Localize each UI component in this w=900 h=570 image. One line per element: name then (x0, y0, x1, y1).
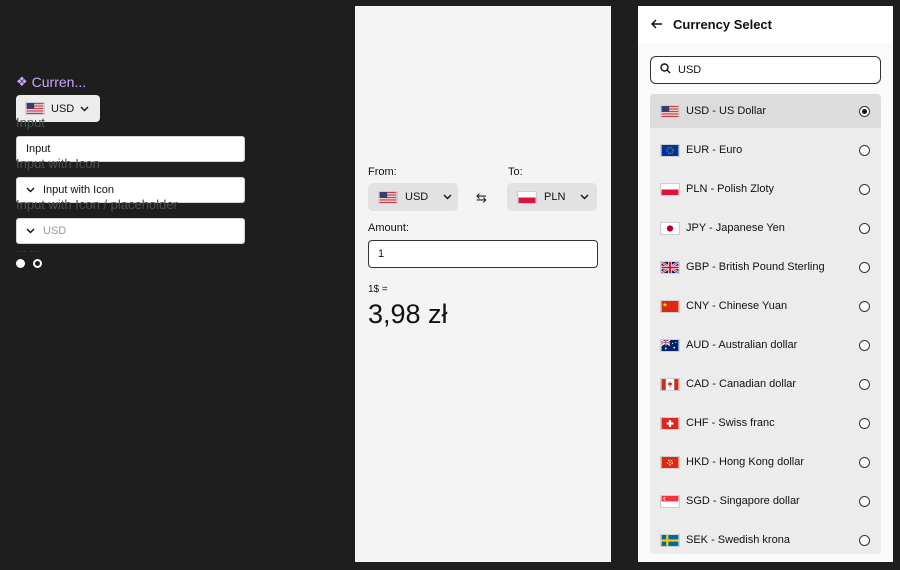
radio-button[interactable] (859, 184, 870, 195)
list-item[interactable]: CHF - Swiss franc (650, 406, 881, 440)
radio-button[interactable] (859, 379, 870, 390)
input-with-icon-placeholder-field[interactable]: USD (16, 218, 245, 244)
chevron-down-icon (443, 191, 452, 203)
list-item-label: PLN - Polish Zloty (686, 183, 775, 195)
radio-button[interactable] (859, 496, 870, 507)
list-item[interactable]: JPY - Japanese Yen (650, 211, 881, 245)
amount-input[interactable]: 1 (368, 240, 598, 268)
list-item-label: USD - US Dollar (686, 105, 767, 117)
to-label: To: (508, 166, 523, 178)
chevron-down-icon (26, 184, 35, 196)
from-currency-select[interactable]: USD (368, 183, 458, 211)
component-title-text: Curren... (31, 74, 87, 90)
radio-button[interactable] (859, 301, 870, 312)
mini-select-value: USD (51, 102, 75, 115)
currency-select-frame: Currency Select USD USD - US Dollar EUR … (638, 6, 893, 562)
us-flag-icon (25, 102, 45, 115)
list-item-label: HKD - Hong Kong dollar (686, 456, 805, 468)
list-item[interactable]: CAD - Canadian dollar (650, 367, 881, 401)
placeholder-value: USD (43, 225, 67, 237)
label-input: Input (16, 115, 45, 130)
back-arrow-icon[interactable] (650, 16, 663, 34)
se-flag-icon (660, 533, 680, 547)
list-item[interactable]: PLN - Polish Zloty (650, 172, 881, 206)
pl-flag-icon (517, 190, 537, 204)
au-flag-icon (660, 338, 680, 352)
radio-button[interactable] (859, 535, 870, 546)
list-item-label: EUR - Euro (686, 144, 743, 156)
list-item[interactable]: GBP - British Pound Sterling (650, 250, 881, 284)
list-item[interactable]: SEK - Swedish krona (650, 523, 881, 554)
amount-value: 1 (378, 248, 385, 260)
list-item-label: GBP - British Pound Sterling (686, 261, 825, 273)
ch-flag-icon (660, 416, 680, 430)
converter-frame: From: To: USD ⇆ PLN Amount: 1 1$ = 3,98 … (355, 6, 611, 562)
list-item-label: SGD - Singapore dollar (686, 495, 800, 507)
from-label: From: (368, 166, 397, 178)
us-flag-icon (660, 104, 680, 118)
currency-select-body: USD USD - US Dollar EUR - Euro PLN - Pol… (638, 43, 893, 562)
to-currency-select[interactable]: PLN (507, 183, 597, 211)
list-item[interactable]: HKD - Hong Kong dollar (650, 445, 881, 479)
list-item[interactable]: EUR - Euro (650, 133, 881, 167)
list-item-label: CAD - Canadian dollar (686, 378, 797, 390)
jp-flag-icon (660, 221, 680, 235)
chevron-down-icon (80, 103, 89, 115)
list-item-label: JPY - Japanese Yen (686, 222, 785, 234)
component-diamond-icon: ❖ (16, 74, 28, 89)
radio-outline-variant[interactable] (33, 259, 42, 268)
label-input-with-icon-placeholder: Input with Icon / placeholder (16, 197, 178, 212)
swap-icon[interactable]: ⇆ (476, 190, 487, 206)
eu-flag-icon (660, 143, 680, 157)
radio-button[interactable] (859, 262, 870, 273)
radio-filled-variant[interactable] (16, 259, 25, 268)
dots-label: ... ... (16, 244, 41, 254)
sg-flag-icon (660, 494, 680, 508)
currency-select-header: Currency Select (638, 6, 893, 43)
hk-flag-icon (660, 455, 680, 469)
radio-button[interactable] (859, 223, 870, 234)
list-item[interactable]: CNY - Chinese Yuan (650, 289, 881, 323)
radio-button[interactable] (859, 145, 870, 156)
input-field-value: Input (26, 143, 51, 155)
label-input-with-icon: Input with Icon (16, 156, 100, 171)
component-title[interactable]: ❖ Curren... (16, 74, 86, 90)
list-item-label: CNY - Chinese Yuan (686, 300, 788, 312)
radio-button[interactable] (859, 457, 870, 468)
list-item[interactable]: USD - US Dollar (650, 94, 881, 128)
radio-button[interactable] (859, 340, 870, 351)
list-item[interactable]: AUD - Australian dollar (650, 328, 881, 362)
list-item-label: SEK - Swedish krona (686, 534, 790, 546)
search-input[interactable]: USD (650, 56, 881, 84)
currency-list: USD - US Dollar EUR - Euro PLN - Polish … (650, 94, 881, 554)
page-title: Currency Select (673, 17, 772, 32)
from-currency-value: USD (405, 191, 429, 203)
search-icon (660, 63, 671, 77)
search-value: USD (678, 64, 702, 76)
rate-result: 3,98 zł (368, 299, 448, 329)
to-currency-value: PLN (544, 191, 566, 203)
input-with-icon-value: Input with Icon (43, 184, 114, 196)
us-flag-icon (378, 190, 398, 204)
ca-flag-icon (660, 377, 680, 391)
gb-flag-icon (660, 260, 680, 274)
rate-prefix: 1$ = (368, 284, 388, 295)
radio-button[interactable] (859, 106, 870, 117)
chevron-down-icon (580, 191, 589, 203)
list-item[interactable]: SGD - Singapore dollar (650, 484, 881, 518)
list-item-label: CHF - Swiss franc (686, 417, 775, 429)
cn-flag-icon (660, 299, 680, 313)
chevron-down-icon (26, 225, 35, 237)
radio-button[interactable] (859, 418, 870, 429)
pl-flag-icon (660, 182, 680, 196)
amount-label: Amount: (368, 222, 409, 234)
radio-variants (16, 259, 42, 268)
list-item-label: AUD - Australian dollar (686, 339, 798, 351)
